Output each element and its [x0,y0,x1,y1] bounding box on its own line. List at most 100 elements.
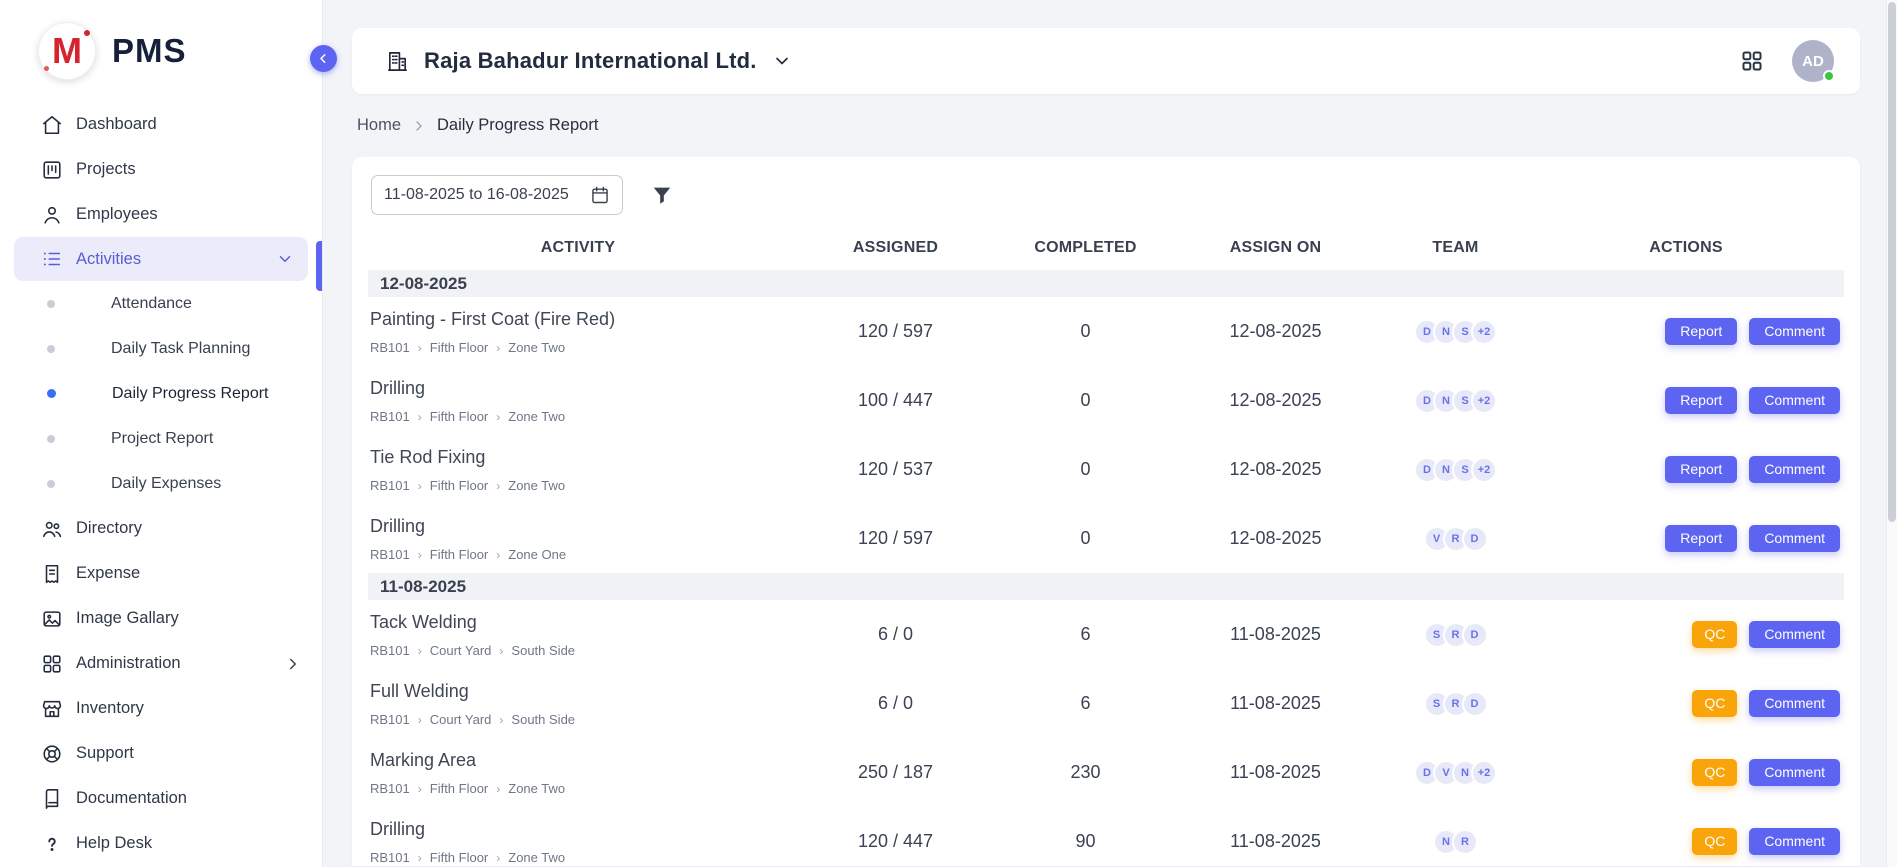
sidebar-item-activities[interactable]: Activities [14,237,308,281]
chevron-down-icon [772,51,792,71]
filter-icon[interactable] [651,184,673,206]
admin-icon [41,653,63,675]
actions-cell: Report Comment [1528,387,1844,414]
comment-button[interactable]: Comment [1749,318,1840,345]
qc-button[interactable]: QC [1692,621,1737,648]
actions-cell: QC Comment [1528,759,1844,786]
activity-name: Marking Area [370,750,788,771]
assign-on-value: 11-08-2025 [1230,831,1321,851]
app-title: PMS [112,32,187,70]
team-avatar: D [1462,526,1488,552]
logo-icon: M [38,22,96,80]
comment-button[interactable]: Comment [1749,456,1840,483]
sidebar-subitem-label: Attendance [111,295,192,313]
sidebar-subitem-project-report[interactable]: Project Report [0,416,322,461]
sidebar-subitem-label: Daily Task Planning [111,340,250,358]
activity-cell: Painting - First Coat (Fire Red)RB101Fif… [368,309,788,355]
assigned-cell: 120 / 597 [788,528,1003,549]
apps-grid-icon[interactable] [1740,49,1764,73]
activity-path-segment: Fifth Floor [410,409,489,424]
activity-path-segment: Court Yard [410,643,492,658]
sidebar-subitem-daily-expenses[interactable]: Daily Expenses [0,461,322,506]
sidebar-item-documentation[interactable]: Documentation [0,776,322,821]
sidebar-item-directory[interactable]: Directory [0,506,322,551]
qc-button[interactable]: QC [1692,828,1737,855]
report-button[interactable]: Report [1665,456,1737,483]
team-extra-badge[interactable]: +2 [1471,319,1497,345]
assign-on-value: 12-08-2025 [1229,528,1321,548]
sidebar-item-expense[interactable]: Expense [0,551,322,596]
date-group-header: 12-08-2025 [368,270,1844,297]
report-button[interactable]: Report [1665,318,1737,345]
activity-cell: Marking AreaRB101Fifth FloorZone Two [368,750,788,796]
qc-button[interactable]: QC [1692,690,1737,717]
comment-button[interactable]: Comment [1749,621,1840,648]
actions-cell: Report Comment [1528,456,1844,483]
assigned-cell: 120 / 597 [788,321,1003,342]
completed-value: 230 [1070,762,1100,782]
comment-button[interactable]: Comment [1749,828,1840,855]
assigned-value: 250 / 187 [858,762,933,782]
team-cell: DNS+2 [1383,457,1528,483]
assign-on-cell: 12-08-2025 [1168,390,1383,411]
comment-button[interactable]: Comment [1749,387,1840,414]
support-icon [41,743,63,765]
sidebar-subitem-daily-progress-report[interactable]: Daily Progress Report [0,371,322,416]
completed-cell: 6 [1003,693,1168,714]
assign-on-cell: 11-08-2025 [1168,762,1383,783]
sidebar-item-projects[interactable]: Projects [0,147,322,192]
team-extra-badge[interactable]: +2 [1471,457,1497,483]
sidebar-item-help-desk[interactable]: Help Desk [0,821,322,866]
assign-on-value: 11-08-2025 [1230,693,1321,713]
scrollbar [1886,0,1897,867]
activity-path-segment: RB101 [370,643,410,658]
completed-cell: 0 [1003,528,1168,549]
company-selector[interactable]: Raja Bahadur International Ltd. [386,48,792,74]
activity-path-segment: Court Yard [410,712,492,727]
comment-button[interactable]: Comment [1749,525,1840,552]
logo-letter: M [52,30,82,72]
activity-name: Drilling [370,516,788,537]
activity-path-segment: Fifth Floor [410,478,489,493]
activity-path-segment: RB101 [370,850,410,865]
sidebar-item-label: Image Gallary [76,609,179,628]
team-extra-badge[interactable]: +2 [1471,760,1497,786]
qc-button[interactable]: QC [1692,759,1737,786]
assigned-cell: 100 / 447 [788,390,1003,411]
sidebar-subitem-daily-task-planning[interactable]: Daily Task Planning [0,326,322,371]
sidebar-item-label: Directory [76,519,142,538]
assigned-value: 100 / 447 [858,390,933,410]
table-row: Full WeldingRB101Court YardSouth Side6 /… [368,669,1844,738]
sidebar-item-label: Activities [76,250,141,269]
sidebar-item-image-gallary[interactable]: Image Gallary [0,596,322,641]
activity-path: RB101Fifth FloorZone One [370,547,788,562]
activity-path-segment: Fifth Floor [410,547,489,562]
sidebar-subitem-attendance[interactable]: Attendance [0,281,322,326]
sidebar-collapse-button[interactable] [310,45,337,72]
completed-value: 0 [1080,390,1090,410]
team-extra-badge[interactable]: +2 [1471,388,1497,414]
breadcrumb-home[interactable]: Home [357,116,401,135]
report-button[interactable]: Report [1665,387,1737,414]
comment-button[interactable]: Comment [1749,690,1840,717]
date-range-value: 11-08-2025 to 16-08-2025 [384,186,569,204]
comment-button[interactable]: Comment [1749,759,1840,786]
report-button[interactable]: Report [1665,525,1737,552]
user-avatar[interactable]: AD [1792,40,1834,82]
activity-path-segment: Zone One [488,547,566,562]
sidebar-item-label: Inventory [76,699,144,718]
sidebar-item-employees[interactable]: Employees [0,192,322,237]
activity-path-segment: South Side [491,712,575,727]
sidebar-item-dashboard[interactable]: Dashboard [0,102,322,147]
sidebar-item-support[interactable]: Support [0,731,322,776]
group-date-label: 12-08-2025 [380,274,467,294]
date-range-input[interactable]: 11-08-2025 to 16-08-2025 [371,175,623,215]
activity-path-segment: RB101 [370,409,410,424]
scrollbar-thumb[interactable] [1888,2,1896,522]
column-header-assigned: ASSIGNED [788,239,1003,257]
activity-path: RB101Court YardSouth Side [370,643,788,658]
sidebar-item-administration[interactable]: Administration [0,641,322,686]
sidebar-item-inventory[interactable]: Inventory [0,686,322,731]
sidebar-subitem-label: Daily Expenses [111,475,221,493]
breadcrumb-current: Daily Progress Report [437,116,598,135]
